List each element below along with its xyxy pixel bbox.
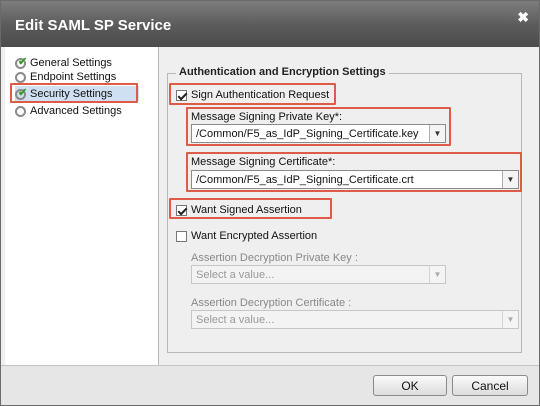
sign-auth-request-row: Sign Authentication Request <box>176 89 329 101</box>
gear-icon <box>15 105 27 117</box>
gear-icon <box>15 71 27 83</box>
sidebar-item-general-settings[interactable]: ✔ General Settings <box>15 55 112 70</box>
signing-key-label: Message Signing Private Key*: <box>191 111 343 123</box>
chevron-down-icon: ▼ <box>502 171 518 188</box>
sidebar-item-label: Security Settings <box>30 87 113 100</box>
signing-cert-label: Message Signing Certificate*: <box>191 156 336 168</box>
sidebar-item-advanced-settings[interactable]: Advanced Settings <box>15 103 122 118</box>
want-encrypted-assertion-checkbox[interactable] <box>176 230 187 242</box>
chevron-down-icon: ▼ <box>429 125 445 142</box>
signing-key-select[interactable]: /Common/F5_as_IdP_Signing_Certificate.ke… <box>191 124 446 143</box>
chevron-down-icon: ▼ <box>429 266 445 283</box>
decryption-cert-placeholder: Select a value... <box>196 313 275 326</box>
want-encrypted-assertion-row: Want Encrypted Assertion <box>176 230 317 242</box>
sidebar-item-label: Endpoint Settings <box>30 70 117 83</box>
sign-auth-request-checkbox[interactable] <box>176 89 187 101</box>
sign-auth-request-label: Sign Authentication Request <box>191 89 330 101</box>
decryption-key-select[interactable]: Select a value... ▼ <box>191 265 446 284</box>
sidebar-item-endpoint-settings[interactable]: Endpoint Settings <box>15 69 116 84</box>
signing-cert-value: /Common/F5_as_IdP_Signing_Certificate.cr… <box>196 173 414 186</box>
settings-panel: Authentication and Encryption Settings S… <box>159 47 539 365</box>
cancel-button[interactable]: Cancel <box>452 375 528 396</box>
ok-button[interactable]: OK <box>373 375 447 396</box>
section-legend: Authentication and Encryption Settings <box>176 66 389 78</box>
want-encrypted-assertion-label: Want Encrypted Assertion <box>191 230 318 242</box>
decryption-key-label: Assertion Decryption Private Key : <box>191 252 358 264</box>
decryption-key-placeholder: Select a value... <box>196 268 275 281</box>
dialog-titlebar: Edit SAML SP Service ✖ <box>1 1 539 47</box>
edit-saml-sp-dialog: Edit SAML SP Service ✖ ✔ General Setting… <box>0 0 540 406</box>
dialog-footer: OK Cancel <box>1 365 539 405</box>
gear-check-icon: ✔ <box>15 87 27 100</box>
dialog-title: Edit SAML SP Service <box>15 17 172 34</box>
sidebar-item-security-settings[interactable]: ✔ Security Settings <box>15 86 139 101</box>
decryption-cert-label: Assertion Decryption Certificate : <box>191 297 352 309</box>
sidebar-item-label: Advanced Settings <box>30 104 122 117</box>
want-signed-assertion-row: Want Signed Assertion <box>176 204 302 216</box>
signing-cert-select[interactable]: /Common/F5_as_IdP_Signing_Certificate.cr… <box>191 170 519 189</box>
want-signed-assertion-label: Want Signed Assertion <box>191 204 302 216</box>
close-icon[interactable]: ✖ <box>517 9 529 26</box>
sidebar-item-label: General Settings <box>30 56 112 69</box>
chevron-down-icon: ▼ <box>502 311 518 328</box>
want-signed-assertion-checkbox[interactable] <box>176 204 187 216</box>
decryption-cert-select[interactable]: Select a value... ▼ <box>191 310 519 329</box>
settings-sidebar: ✔ General Settings Endpoint Settings ✔ S… <box>5 47 159 365</box>
gear-check-icon: ✔ <box>15 56 27 69</box>
signing-key-value: /Common/F5_as_IdP_Signing_Certificate.ke… <box>196 127 419 140</box>
